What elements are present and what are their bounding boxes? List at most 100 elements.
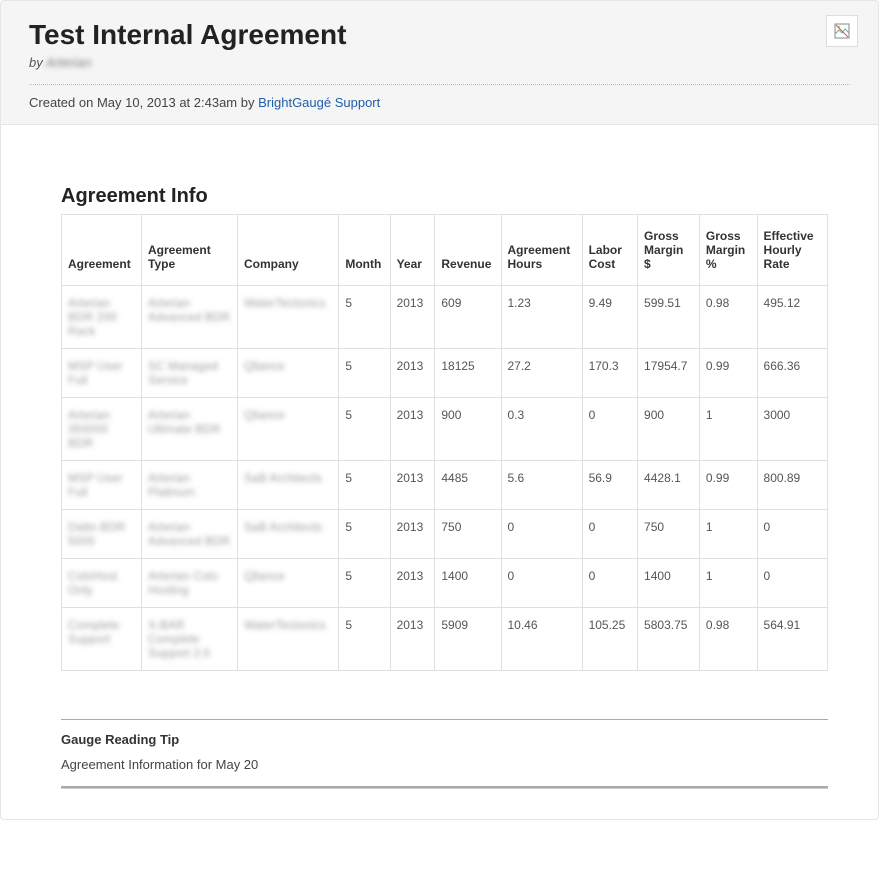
cell-company: SaB Architects xyxy=(238,510,339,559)
cell-month: 5 xyxy=(339,461,390,510)
cell-hours: 5.6 xyxy=(501,461,582,510)
cell-gmarginp: 0.99 xyxy=(699,349,757,398)
cell-gmargin: 4428.1 xyxy=(638,461,700,510)
cell-gmargin: 17954.7 xyxy=(638,349,700,398)
col-header-year: Year xyxy=(390,215,435,286)
cell-rate: 3000 xyxy=(757,398,827,461)
table-header-row: Agreement Agreement Type Company Month Y… xyxy=(62,215,828,286)
cell-year: 2013 xyxy=(390,349,435,398)
cell-company: Qliance xyxy=(238,559,339,608)
cell-labor: 105.25 xyxy=(582,608,637,671)
cell-revenue: 609 xyxy=(435,286,501,349)
image-placeholder-icon xyxy=(826,15,858,47)
cell-revenue: 4485 xyxy=(435,461,501,510)
tip-text: Agreement Information for May 20 xyxy=(61,757,828,772)
by-prefix: by xyxy=(29,55,46,70)
cell-gmargin: 1400 xyxy=(638,559,700,608)
cell-hours: 1.23 xyxy=(501,286,582,349)
cell-gmargin: 5803.75 xyxy=(638,608,700,671)
byline: by Arterian xyxy=(29,55,850,85)
table-row: Datto BDR 5000Arterian Advanced BDRSaB A… xyxy=(62,510,828,559)
cell-rate: 0 xyxy=(757,559,827,608)
cell-revenue: 900 xyxy=(435,398,501,461)
created-by-link[interactable]: BrightGaugé Support xyxy=(258,95,380,110)
cell-year: 2013 xyxy=(390,559,435,608)
cell-agreement: Datto BDR 5000 xyxy=(62,510,142,559)
cell-year: 2013 xyxy=(390,608,435,671)
report-page: Test Internal Agreement by Arterian Crea… xyxy=(0,0,879,820)
cell-gmarginp: 0.98 xyxy=(699,286,757,349)
cell-rate: 564.91 xyxy=(757,608,827,671)
cell-company: WaterTectonics xyxy=(238,608,339,671)
col-header-labor: Labor Cost xyxy=(582,215,637,286)
created-date: May 10, 2013 at 2:43am xyxy=(97,95,237,110)
cell-labor: 9.49 xyxy=(582,286,637,349)
cell-month: 5 xyxy=(339,349,390,398)
cell-type: SC Managed Service xyxy=(142,349,238,398)
cell-year: 2013 xyxy=(390,398,435,461)
table-row: Arterian 350000 BDRArterian Ultimate BDR… xyxy=(62,398,828,461)
col-header-gmarginp: Gross Margin % xyxy=(699,215,757,286)
col-header-agreement: Agreement xyxy=(62,215,142,286)
cell-type: Arterian Colo Hosting xyxy=(142,559,238,608)
broken-image-icon xyxy=(834,23,850,39)
col-header-revenue: Revenue xyxy=(435,215,501,286)
bottom-rule xyxy=(61,786,828,789)
cell-labor: 0 xyxy=(582,559,637,608)
cell-gmargin: 900 xyxy=(638,398,700,461)
table-row: MSP User FullArterian PlatinumSaB Archit… xyxy=(62,461,828,510)
author-name: Arterian xyxy=(46,55,92,70)
cell-agreement: MSP User Full xyxy=(62,461,142,510)
cell-year: 2013 xyxy=(390,461,435,510)
cell-rate: 495.12 xyxy=(757,286,827,349)
tip-title: Gauge Reading Tip xyxy=(61,732,828,747)
cell-labor: 56.9 xyxy=(582,461,637,510)
section-title: Agreement Info xyxy=(61,185,828,208)
cell-month: 5 xyxy=(339,559,390,608)
table-row: Arterian BDR 200 RackArterian Advanced B… xyxy=(62,286,828,349)
cell-gmargin: 750 xyxy=(638,510,700,559)
cell-company: Qliance xyxy=(238,398,339,461)
cell-labor: 170.3 xyxy=(582,349,637,398)
cell-revenue: 750 xyxy=(435,510,501,559)
cell-year: 2013 xyxy=(390,510,435,559)
cell-month: 5 xyxy=(339,510,390,559)
col-header-type: Agreement Type xyxy=(142,215,238,286)
cell-rate: 0 xyxy=(757,510,827,559)
cell-type: Arterian Advanced BDR xyxy=(142,510,238,559)
cell-gmarginp: 0.99 xyxy=(699,461,757,510)
cell-agreement: MSP User Full xyxy=(62,349,142,398)
cell-agreement: ColoHost Only xyxy=(62,559,142,608)
cell-labor: 0 xyxy=(582,398,637,461)
cell-revenue: 1400 xyxy=(435,559,501,608)
table-body: Arterian BDR 200 Rack Arterian Advanced B… xyxy=(62,286,828,671)
cell-agreement: Arterian BDR 200 Rack xyxy=(62,286,142,349)
cell-type: X-BAR Complete Support 2.0 xyxy=(142,608,238,671)
cell-company: WaterTectonics xyxy=(238,286,339,349)
agreement-table: Agreement Agreement Type Company Month Y… xyxy=(61,214,828,671)
cell-agreement: Complete Support xyxy=(62,608,142,671)
col-header-company: Company xyxy=(238,215,339,286)
cell-agreement: Arterian 350000 BDR xyxy=(62,398,142,461)
col-header-gmargin: Gross Margin $ xyxy=(638,215,700,286)
cell-company: SaB Architects xyxy=(238,461,339,510)
report-content: Agreement Info Agreement Agreement Type … xyxy=(1,125,878,819)
col-header-hours: Agreement Hours xyxy=(501,215,582,286)
cell-year: 2013 xyxy=(390,286,435,349)
cell-revenue: 5909 xyxy=(435,608,501,671)
cell-type: Arterian Platinum xyxy=(142,461,238,510)
cell-hours: 0.3 xyxy=(501,398,582,461)
tip-section: Gauge Reading Tip Agreement Information … xyxy=(61,719,828,786)
table-row: ColoHost OnlyArterian Colo HostingQlianc… xyxy=(62,559,828,608)
cell-type: Arterian Ultimate BDR xyxy=(142,398,238,461)
cell-rate: 666.36 xyxy=(757,349,827,398)
cell-gmarginp: 1 xyxy=(699,559,757,608)
created-by-word: by xyxy=(237,95,258,110)
cell-revenue: 18125 xyxy=(435,349,501,398)
cell-rate: 800.89 xyxy=(757,461,827,510)
cell-gmarginp: 1 xyxy=(699,398,757,461)
page-title: Test Internal Agreement xyxy=(29,19,850,51)
cell-hours: 0 xyxy=(501,559,582,608)
cell-month: 5 xyxy=(339,286,390,349)
col-header-month: Month xyxy=(339,215,390,286)
